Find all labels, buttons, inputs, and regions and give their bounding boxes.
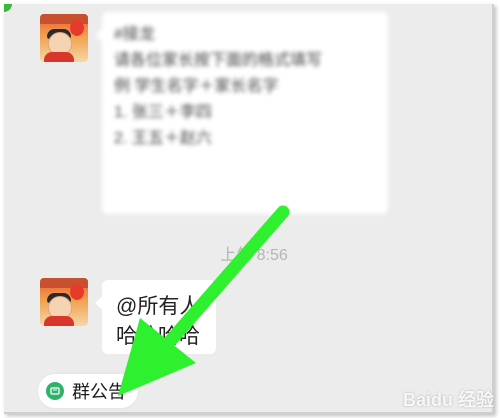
message-line: 请各位家长按下面的格式填写 [114, 52, 323, 69]
message-text-line1: @所有人 [116, 295, 201, 318]
watermark-logo: Baidu 经验 [402, 390, 494, 410]
message-bubble-1[interactable]: #接龙 请各位家长按下面的格式填写 例 学生名字＋家长名字 1. 张三＋李四 2… [95, 12, 388, 214]
group-notice-label: 群公告 [72, 382, 126, 402]
notice-icon [46, 382, 64, 400]
message-bubble-2[interactable]: @所有人 哈哈哈哈 [95, 280, 216, 354]
message-line: #接龙 [114, 26, 155, 43]
message-line: 1. 张三＋李四 [114, 104, 212, 121]
group-notice-button[interactable]: 群公告 [38, 374, 138, 408]
chat-window: #接龙 请各位家长按下面的格式填写 例 学生名字＋家长名字 1. 张三＋李四 2… [4, 4, 494, 414]
message-text-line2: 哈哈哈哈 [116, 325, 200, 348]
message-timestamp: 上午 8:56 [220, 247, 288, 264]
message-line: 2. 王五＋赵六 [114, 130, 212, 147]
status-dot [4, 4, 12, 12]
message-line: 例 学生名字＋家长名字 [114, 78, 279, 95]
sender-avatar[interactable] [40, 278, 88, 326]
sender-avatar[interactable] [40, 14, 88, 62]
